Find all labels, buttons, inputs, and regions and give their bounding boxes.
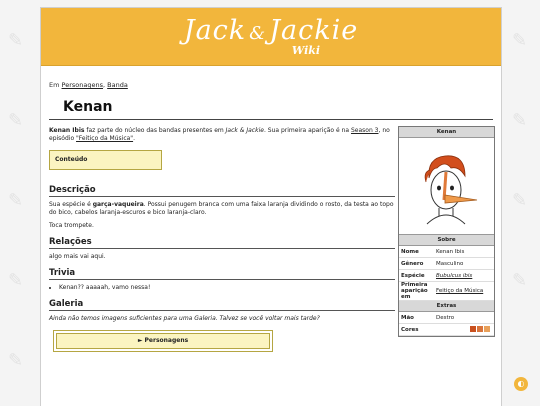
background-feather-icon: ✎ [8,30,24,51]
theme-toggle-icon[interactable]: ◐ [514,377,528,391]
character-portrait-image [424,155,478,225]
background-feather-icon: ✎ [512,110,528,131]
infobox-section-sobre: Sobre [399,235,494,246]
section-heading-descricao: Descrição [49,186,395,197]
background-feather-icon: ✎ [8,110,24,131]
list-item: Kenan?? aaaaah, vamo nessa! [59,284,395,292]
navbox-personagens-toggle[interactable]: ► Personagens [53,330,273,352]
infobox-section-extras: Extras [399,301,494,312]
infobox-title: Kenan [399,127,494,138]
site-logo[interactable]: Jack & Jackie [184,16,358,48]
description-paragraph-2: Toca trompete. [49,222,94,229]
intro-paragraph: Kenan Ibis faz parte do núcleo das banda… [49,127,390,142]
title-divider [49,119,493,120]
infobox-row-nome: Nome Kenan Ibis [399,246,494,258]
background-feather-icon: ✎ [512,270,528,291]
infobox-row-cores: Cores [399,324,494,336]
color-swatch [484,325,490,332]
color-swatch [477,325,483,332]
infobox-row-genero: Gênero Masculino [399,258,494,270]
infobox-row-primeira-aparicao: Primeira aparição em Feitiço da Música [399,282,494,301]
section-heading-galeria: Galeria [49,300,395,311]
character-portrait[interactable] [399,138,494,235]
background-feather-icon: ✎ [8,270,24,291]
section-heading-trivia: Trivia [49,269,395,280]
species-link[interactable]: Bubulcus ibis [436,273,494,279]
background-feather-icon: ✎ [8,350,24,371]
first-appearance-link[interactable]: Feitiço da Música [436,288,494,294]
infobox-row-especie: Espécie Bubulcus ibis [399,270,494,282]
infobox: Kenan Sobre Nome Kenan Ibis Gênero Mascu… [398,126,495,337]
table-of-contents-toggle[interactable]: Conteúdo [49,150,162,170]
breadcrumb: Em Personagens, Banda [49,81,128,89]
description-paragraph: Sua espécie é garça-vaqueira. Possui pen… [49,201,394,216]
article-body: Kenan Ibis faz parte do núcleo das banda… [49,127,395,352]
site-banner[interactable]: Jack & Jackie Wiki [41,8,501,66]
background-feather-icon: ✎ [8,190,24,211]
gallery-text: Ainda não temos imagens suficientes para… [49,315,320,322]
wiki-page: Jack & Jackie Wiki Em Personagens, Banda K… [40,7,502,406]
episode-link[interactable]: "Feitiço da Música" [76,135,133,142]
category-link-personagens[interactable]: Personagens [62,81,103,89]
infobox-row-mao: Mão Destro [399,312,494,324]
relations-text: algo mais vai aqui. [49,253,106,260]
background-feather-icon: ✎ [512,190,528,211]
site-logo-wiki: Wiki [291,43,321,57]
background-feather-icon: ✎ [512,30,528,51]
trivia-list: Kenan?? aaaaah, vamo nessa! [59,284,395,292]
page-title: Kenan [63,99,113,115]
season-link[interactable]: Season 3 [351,127,379,134]
section-heading-relacoes: Relações [49,238,395,249]
category-link-banda[interactable]: Banda [107,81,128,89]
color-swatch [470,325,476,332]
